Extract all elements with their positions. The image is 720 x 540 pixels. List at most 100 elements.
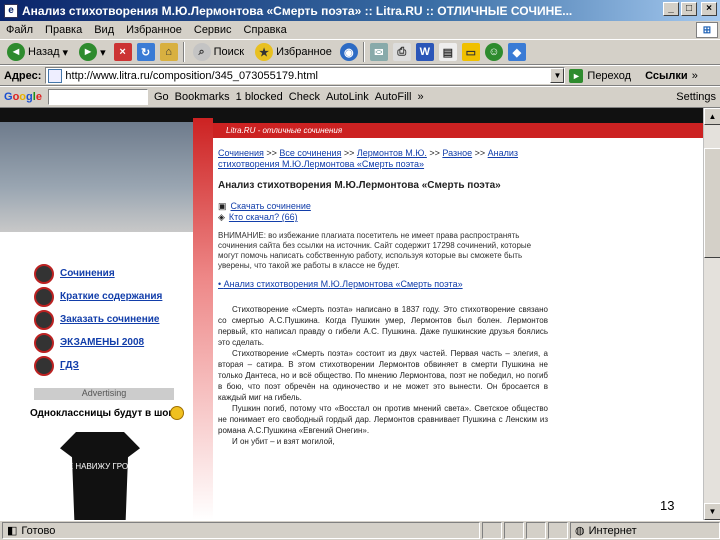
address-dropdown-icon[interactable]: ▼: [550, 68, 565, 83]
who-downloaded-link[interactable]: Кто скачал? (66): [229, 212, 298, 223]
menu-edit[interactable]: Правка: [45, 24, 82, 36]
print-icon[interactable]: ⎙: [392, 43, 411, 61]
site-header-text: Litra.RU - отличные сочинения: [226, 126, 343, 135]
home-icon[interactable]: ⌂: [159, 43, 178, 61]
favorites-button[interactable]: ★ Избранное: [252, 41, 335, 63]
breadcrumb-item[interactable]: Все сочинения: [279, 148, 341, 158]
site-sidebar: Сочинения Краткие содержания Заказать со…: [0, 122, 193, 520]
security-zone: ◍ Интернет: [570, 522, 720, 539]
web-page-viewport: Сочинения Краткие содержания Заказать со…: [0, 108, 703, 520]
title-bar: e Анализ стихотворения М.Ю.Лермонтова «С…: [0, 0, 720, 21]
search-button[interactable]: ⌕ Поиск: [190, 41, 247, 63]
download-link[interactable]: Скачать сочинение: [231, 201, 311, 212]
google-toolbar: Google Go Bookmarks 1 blocked Check Auto…: [0, 87, 720, 108]
google-logo[interactable]: Google: [4, 91, 42, 103]
address-url: http://www.litra.ru/composition/345_0730…: [65, 69, 318, 82]
menu-tools[interactable]: Сервис: [194, 24, 232, 36]
scroll-up-arrow-icon[interactable]: ▲: [704, 108, 720, 125]
status-text: Готово: [21, 524, 56, 537]
nav-bullet-icon: [34, 286, 54, 307]
popup-blocker-button[interactable]: 1 blocked: [236, 91, 283, 103]
back-button[interactable]: ◄ Назад ▾: [4, 41, 71, 63]
toolbar-separator: [182, 42, 185, 62]
links-chevron-icon[interactable]: »: [692, 70, 698, 82]
vertical-scrollbar[interactable]: ▲ ▼: [703, 108, 720, 520]
download-links: ▣ Скачать сочинение ◈ Кто скачал? (66): [218, 201, 548, 223]
breadcrumb-item[interactable]: Лермонтов М.Ю.: [357, 148, 427, 158]
address-label: Адрес:: [4, 69, 42, 82]
nav-item-exams[interactable]: ЭКЗАМЕНЫ 2008: [34, 331, 162, 354]
ad-headline[interactable]: Одноклассницы будут в шоке: [30, 408, 179, 419]
links-button[interactable]: Ссылки: [645, 70, 688, 82]
more-chevron-icon[interactable]: »: [417, 91, 423, 103]
windows-logo-icon: ⊞: [696, 22, 718, 38]
menu-bar: Файл Правка Вид Избранное Сервис Справка…: [0, 21, 720, 39]
menu-view[interactable]: Вид: [94, 24, 114, 36]
settings-button[interactable]: Settings: [676, 91, 716, 103]
window-title: Анализ стихотворения М.Ю.Лермонтова «Сме…: [22, 3, 573, 18]
slide-number: 13: [660, 498, 675, 513]
article-link-text: Анализ стихотворения М.Ю.Лермонтова «Сме…: [223, 279, 463, 289]
research-icon[interactable]: ◆: [507, 43, 526, 61]
status-cell: [548, 522, 568, 539]
breadcrumb-item[interactable]: Разное: [442, 148, 472, 158]
address-bar: Адрес: http://www.litra.ru/composition/3…: [0, 66, 720, 86]
forward-dropdown-icon[interactable]: ▾: [100, 46, 106, 59]
bookmarks-button[interactable]: Bookmarks: [175, 91, 230, 103]
menu-help[interactable]: Справка: [244, 24, 287, 36]
address-input[interactable]: http://www.litra.ru/composition/345_0730…: [45, 67, 566, 84]
back-dropdown-icon[interactable]: ▾: [63, 46, 69, 59]
site-nav: Сочинения Краткие содержания Заказать со…: [34, 262, 162, 377]
nav-item-order[interactable]: Заказать сочинение: [34, 308, 162, 331]
page-done-icon: ◧: [7, 525, 18, 537]
star-icon: ★: [255, 43, 274, 61]
nav-item-compositions[interactable]: Сочинения: [34, 262, 162, 285]
status-cell: [504, 522, 524, 539]
mail-icon[interactable]: ✉: [369, 43, 388, 61]
scroll-down-arrow-icon[interactable]: ▼: [704, 503, 720, 520]
essay-paragraph: Стихотворение «Смерть поэта» написано в …: [218, 305, 548, 347]
info-icon: ◈: [218, 212, 225, 222]
status-cell: [482, 522, 502, 539]
go-button[interactable]: Переход: [587, 70, 631, 82]
essay-paragraph: И он убит – и взят могилой,: [232, 437, 335, 446]
discuss-icon[interactable]: ▤: [438, 43, 457, 61]
minimize-button[interactable]: _: [663, 2, 679, 16]
smiley-icon: [170, 406, 184, 420]
nav-bullet-icon: [34, 332, 54, 353]
globe-icon: ◍: [575, 525, 585, 537]
autofill-button[interactable]: AutoFill: [375, 91, 412, 103]
search-icon: ⌕: [192, 43, 211, 61]
menu-favorites[interactable]: Избранное: [126, 24, 182, 36]
forward-arrow-icon: ►: [79, 43, 98, 61]
menu-file[interactable]: Файл: [6, 24, 33, 36]
back-arrow-icon: ◄: [7, 43, 25, 61]
nav-item-summaries[interactable]: Краткие содержания: [34, 285, 162, 308]
tshirt-text: НЕ НАВИЖУ ГРОЗУ: [62, 462, 138, 471]
forward-button[interactable]: ► ▾: [76, 41, 109, 63]
refresh-icon[interactable]: ↻: [136, 43, 155, 61]
essay-paragraph: Стихотворение «Смерть поэта» состоит из …: [218, 349, 548, 402]
media-icon[interactable]: ◉: [339, 43, 358, 61]
advertising-label: Advertising: [34, 388, 174, 400]
check-button[interactable]: Check: [289, 91, 320, 103]
google-go-button[interactable]: Go: [154, 91, 169, 103]
tshirt-ad-image[interactable]: [60, 432, 140, 520]
autolink-button[interactable]: AutoLink: [326, 91, 369, 103]
article-link[interactable]: • Анализ стихотворения М.Ю.Лермонтова «С…: [218, 279, 548, 290]
close-button[interactable]: ×: [701, 2, 717, 16]
breadcrumb-item[interactable]: Сочинения: [218, 148, 264, 158]
messenger-icon[interactable]: ☺: [484, 43, 503, 61]
google-search-input[interactable]: [47, 89, 148, 105]
decorative-red-strip: [193, 118, 213, 520]
stop-icon[interactable]: ×: [113, 43, 132, 61]
nav-item-gdz[interactable]: ГДЗ: [34, 354, 162, 377]
maximize-button[interactable]: □: [681, 2, 697, 16]
word-icon[interactable]: W: [415, 43, 434, 61]
nav-bullet-icon: [34, 309, 54, 330]
go-arrow-icon[interactable]: ►: [569, 68, 584, 83]
folder-icon[interactable]: ▭: [461, 43, 480, 61]
scroll-thumb[interactable]: [704, 148, 720, 258]
download-icon: ▣: [218, 201, 227, 211]
essay-text: Стихотворение «Смерть поэта» написано в …: [218, 304, 548, 447]
